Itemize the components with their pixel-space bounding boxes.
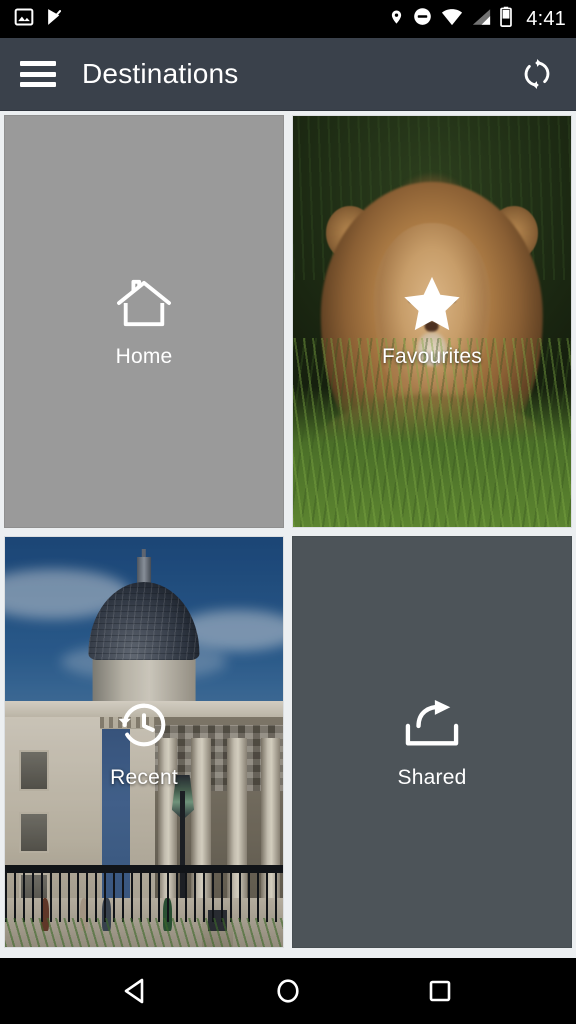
home-icon [113, 273, 175, 335]
tile-home[interactable]: Home [4, 115, 284, 528]
home-button[interactable] [258, 967, 318, 1015]
battery-icon [500, 6, 513, 32]
hamburger-bar [20, 82, 56, 87]
location-pin-icon [389, 7, 404, 32]
hamburger-bar [20, 61, 56, 66]
tile-recent-content: Recent [5, 537, 283, 948]
tile-shared-label: Shared [397, 765, 467, 789]
recents-button[interactable] [410, 967, 470, 1015]
status-bar-clock: 4:41 [526, 7, 566, 30]
tile-shared[interactable]: Shared [292, 535, 572, 948]
tile-shared-content: Shared [293, 537, 571, 948]
destination-grid: Home Favourites Recent Shared [0, 111, 576, 958]
tile-favourites[interactable]: Favourites [292, 115, 572, 528]
page-title: Destinations [82, 58, 239, 89]
tile-home-content: Home [5, 116, 283, 527]
android-nav-bar [0, 958, 576, 1024]
phone-screen: 4:41 Destinations Home Favourites Recent… [0, 0, 576, 1024]
status-bar: 4:41 [0, 0, 576, 38]
do-not-disturb-icon [413, 7, 432, 31]
hamburger-bar [20, 71, 56, 77]
tile-favourites-content: Favourites [293, 116, 571, 527]
share-export-icon [401, 694, 463, 756]
app-bar: Destinations [0, 38, 576, 111]
wifi-icon [441, 8, 463, 31]
refresh-sync-icon[interactable] [516, 53, 558, 95]
tile-home-label: Home [115, 345, 173, 369]
history-clock-icon [113, 694, 175, 756]
tile-favourites-label: Favourites [381, 345, 483, 369]
hamburger-menu-icon[interactable] [20, 61, 56, 87]
back-button[interactable] [106, 967, 166, 1015]
image-icon [14, 7, 34, 32]
status-bar-left-icons [14, 7, 64, 32]
cell-signal-icon [472, 8, 491, 31]
tile-recent[interactable]: Recent [4, 535, 284, 948]
checkmark-flag-icon [45, 7, 64, 32]
star-icon [401, 273, 463, 335]
tile-recent-label: Recent [110, 765, 178, 789]
status-bar-right-icons: 4:41 [389, 6, 566, 32]
